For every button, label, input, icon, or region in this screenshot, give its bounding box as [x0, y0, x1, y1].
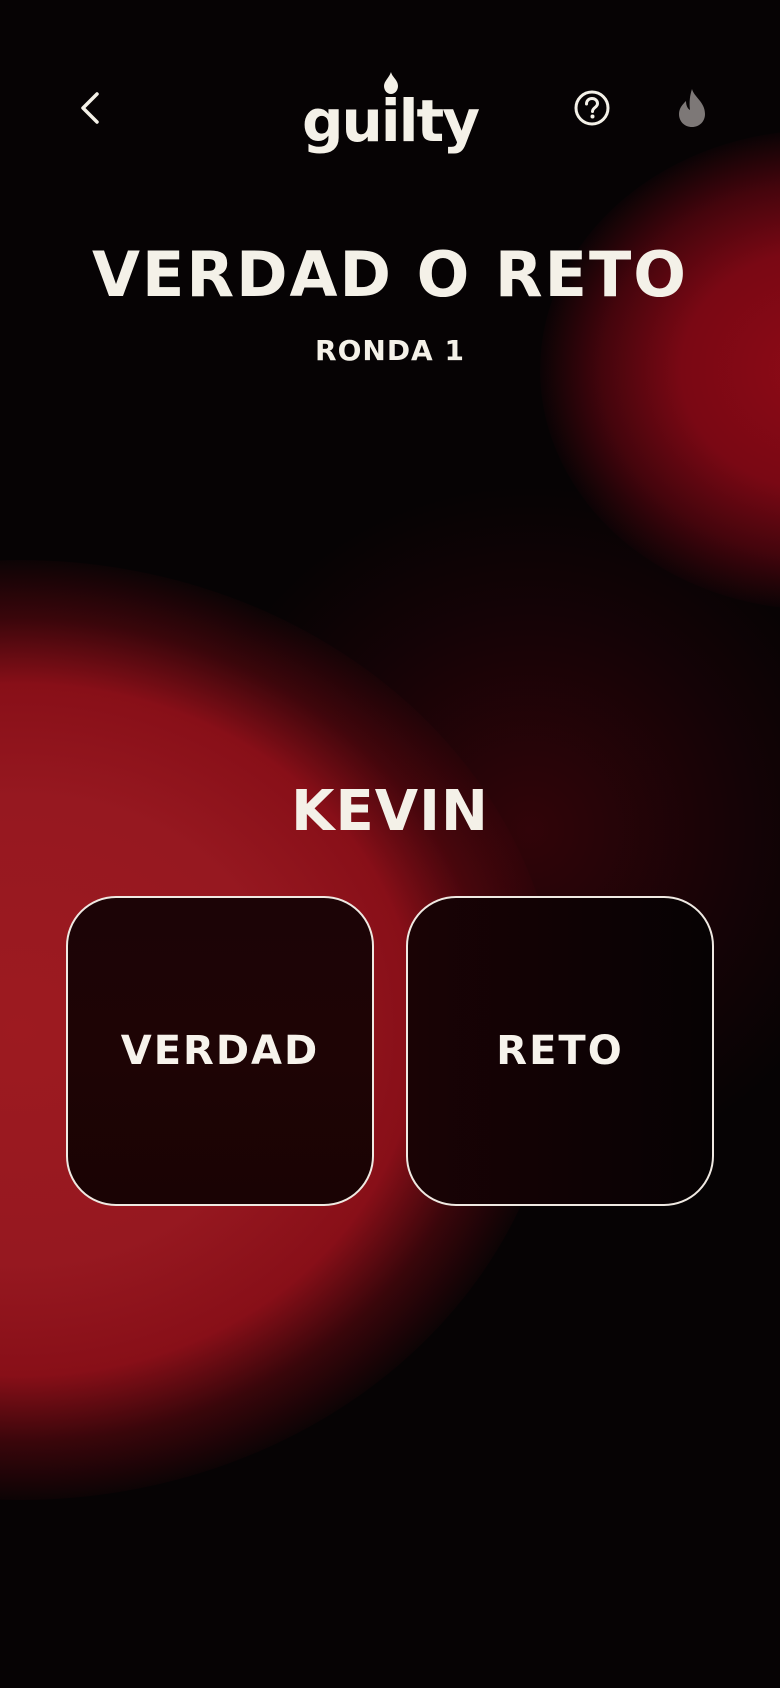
top-bar: guilty: [0, 60, 780, 156]
flame-icon: [679, 89, 705, 127]
round-label: RONDA 1: [315, 334, 465, 367]
truth-button[interactable]: VERDAD: [66, 896, 374, 1206]
logo-text: guilty: [301, 87, 480, 155]
logo-flame-icon: [384, 72, 398, 94]
question-circle-icon: [574, 90, 610, 126]
game-screen: guilty VERDAD O RETO RONDA 1 KEVIN VERDA…: [0, 0, 780, 1688]
dare-button-label: RETO: [496, 1028, 624, 1074]
truth-button-label: VERDAD: [120, 1028, 320, 1074]
back-button[interactable]: [58, 76, 122, 140]
chevron-left-icon: [81, 92, 99, 124]
background-glow-right: [540, 130, 780, 610]
current-player-name: KEVIN: [291, 779, 489, 844]
game-title: VERDAD O RETO: [92, 238, 688, 311]
dare-button[interactable]: RETO: [406, 896, 714, 1206]
help-button[interactable]: [560, 76, 624, 140]
spice-level-button[interactable]: [660, 76, 724, 140]
